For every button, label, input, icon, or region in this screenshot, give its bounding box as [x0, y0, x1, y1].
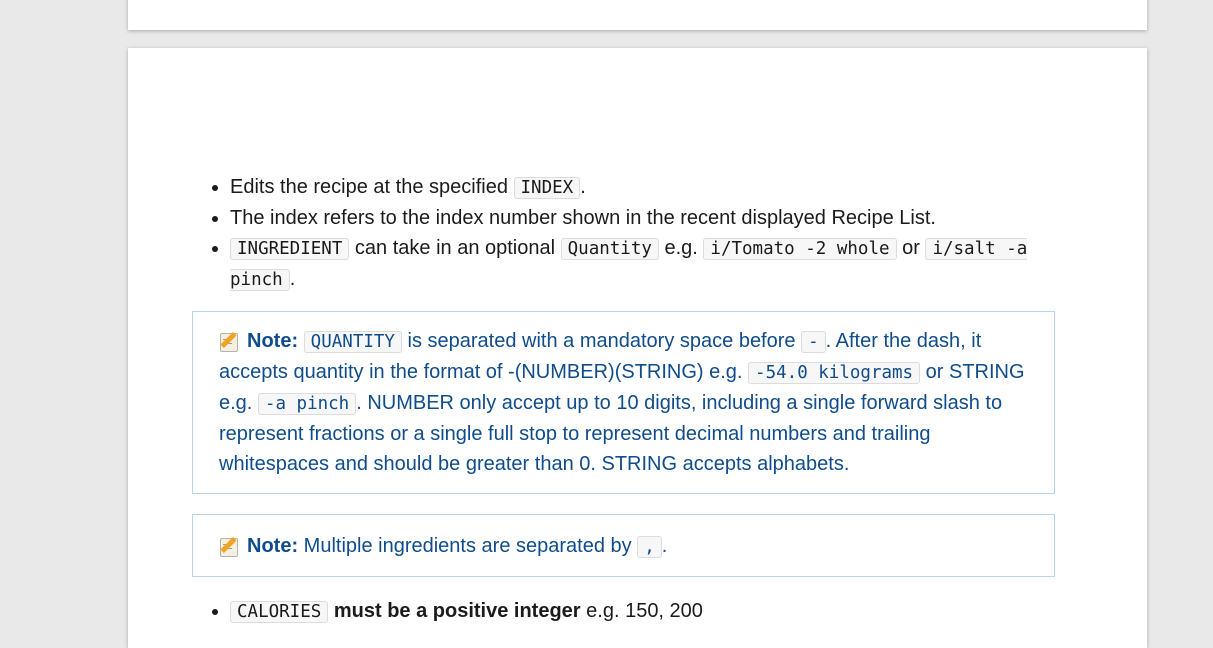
calories-details: CALORIES must be a positive integer e.g.…	[206, 596, 1100, 627]
memo-icon	[219, 535, 239, 557]
quantity-note: Note: QUANTITY is separated with a manda…	[192, 311, 1055, 494]
ingredient-code: INGREDIENT	[230, 238, 350, 260]
example-code: i/Tomato -2 whole	[703, 238, 897, 260]
memo-icon	[219, 330, 239, 352]
document-page: Edits the recipe at the specified INDEX.…	[128, 48, 1147, 648]
list-item: INGREDIENT can take in an optional Quant…	[230, 233, 1100, 295]
index-code: INDEX	[513, 177, 581, 199]
edit-command-details: Edits the recipe at the specified INDEX.…	[206, 172, 1100, 295]
list-item: CALORIES must be a positive integer e.g.…	[230, 596, 1100, 627]
ingredients-separator-note: Note: Multiple ingredients are separated…	[192, 514, 1055, 577]
note-label: Note:	[247, 535, 299, 557]
note-label: Note:	[247, 330, 299, 352]
quantity-code: Quantity	[560, 238, 659, 260]
calories-code: CALORIES	[230, 601, 329, 623]
list-item: Edits the recipe at the specified INDEX.	[230, 172, 1100, 203]
list-item: The index refers to the index number sho…	[230, 203, 1100, 233]
previous-page	[128, 0, 1147, 30]
comma-code: ,	[637, 536, 662, 558]
